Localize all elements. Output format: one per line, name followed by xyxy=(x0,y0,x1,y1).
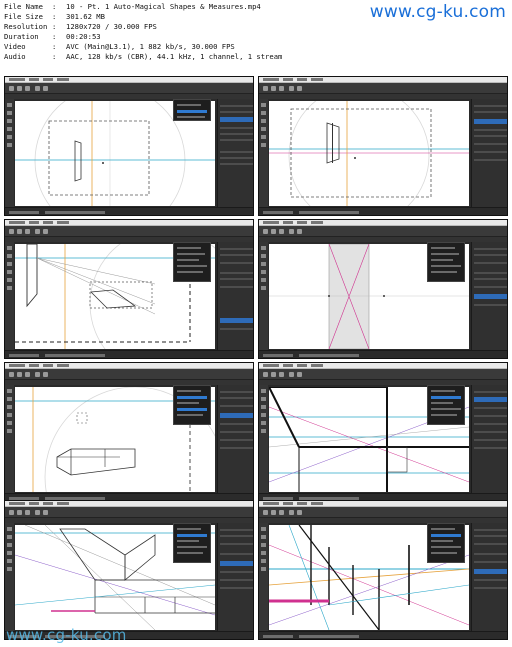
file-name-key: File Name xyxy=(4,2,43,11)
layers-panel xyxy=(471,385,507,493)
status-bar xyxy=(5,350,253,358)
floating-color-panel xyxy=(427,523,465,563)
file-name-value: 10 - Pt. 1 Auto-Magical Shapes & Measure… xyxy=(66,2,261,11)
separator: : xyxy=(52,12,57,21)
layers-panel xyxy=(217,523,253,631)
status-bar xyxy=(259,350,507,358)
file-size-value: 301.62 MB xyxy=(66,12,105,21)
app-toolbar xyxy=(259,226,507,237)
duration-value: 00:20:53 xyxy=(66,32,101,41)
status-bar xyxy=(259,207,507,215)
app-toolbar xyxy=(5,369,253,380)
thumbnail-frame-4 xyxy=(258,219,508,359)
tools-panel xyxy=(5,99,14,207)
status-bar xyxy=(259,631,507,639)
separator: : xyxy=(52,32,57,41)
floating-color-panel xyxy=(173,523,211,563)
floating-color-panel xyxy=(173,99,211,121)
thumbnail-frame-5 xyxy=(4,362,254,502)
layers-panel xyxy=(471,99,507,207)
layers-panel xyxy=(471,523,507,631)
separator: : xyxy=(52,22,57,31)
separator: : xyxy=(52,52,57,61)
app-toolbar xyxy=(5,226,253,237)
file-name-row: File Name:10 - Pt. 1 Auto-Magical Shapes… xyxy=(4,2,261,11)
audio-key: Audio xyxy=(4,52,26,61)
thumbnail-frame-1 xyxy=(4,76,254,216)
file-size-key: File Size xyxy=(4,12,43,21)
app-toolbar xyxy=(5,83,253,94)
layers-panel xyxy=(217,99,253,207)
thumbnail-frame-7 xyxy=(4,500,254,640)
separator: : xyxy=(52,42,57,51)
canvas-drawing xyxy=(269,101,469,206)
resolution-row: Resolution:1280x720 / 30.000 FPS xyxy=(4,22,157,31)
tools-panel xyxy=(259,242,268,350)
resolution-key: Resolution xyxy=(4,22,48,31)
app-toolbar xyxy=(5,507,253,518)
status-bar xyxy=(5,207,253,215)
watermark-top: www.cg-ku.com xyxy=(369,2,506,22)
app-toolbar xyxy=(259,83,507,94)
separator: : xyxy=(52,2,57,11)
tools-panel xyxy=(5,385,14,493)
tools-panel xyxy=(259,99,268,207)
layers-panel xyxy=(471,242,507,350)
video-key: Video xyxy=(4,42,26,51)
thumbnail-frame-2 xyxy=(258,76,508,216)
file-size-row: File Size:301.62 MB xyxy=(4,12,105,21)
floating-color-panel xyxy=(427,385,465,425)
tools-panel xyxy=(259,385,268,493)
resolution-value: 1280x720 / 30.000 FPS xyxy=(66,22,157,31)
thumbnail-frame-8 xyxy=(258,500,508,640)
layers-panel xyxy=(217,242,253,350)
floating-color-panel xyxy=(173,385,211,425)
watermark-bottom: www.cg-ku.com xyxy=(6,626,127,644)
file-info-header: File Name:10 - Pt. 1 Auto-Magical Shapes… xyxy=(0,0,512,72)
thumbnail-frame-6 xyxy=(258,362,508,502)
duration-row: Duration:00:20:53 xyxy=(4,32,101,41)
audio-row: Audio: AAC, 128 kb/s (CBR), 44.1 kHz, 1 c… xyxy=(4,52,282,61)
drawing-canvas xyxy=(269,101,469,206)
video-value: AVC (Main@L3.1), 1 882 kb/s, 30.000 FPS xyxy=(66,42,235,51)
layers-panel xyxy=(217,385,253,493)
audio-value: AAC, 128 kb/s (CBR), 44.1 kHz, 1 channel… xyxy=(66,52,283,61)
duration-key: Duration xyxy=(4,32,39,41)
app-toolbar xyxy=(259,369,507,380)
floating-color-panel xyxy=(173,242,211,282)
tools-panel xyxy=(5,242,14,350)
tools-panel xyxy=(259,523,268,631)
floating-color-panel xyxy=(427,242,465,282)
thumbnail-frame-3 xyxy=(4,219,254,359)
video-row: Video: AVC (Main@L3.1), 1 882 kb/s, 30.00… xyxy=(4,42,235,51)
tools-panel xyxy=(5,523,14,631)
app-toolbar xyxy=(259,507,507,518)
